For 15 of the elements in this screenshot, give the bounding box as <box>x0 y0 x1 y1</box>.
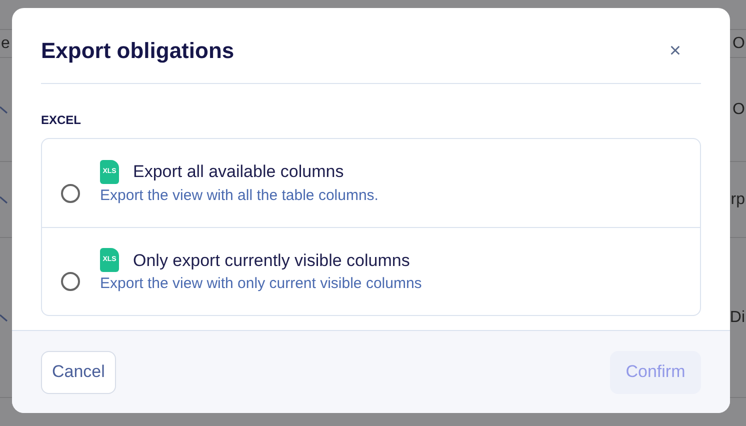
option-title: Export all available columns <box>133 161 344 183</box>
radio-button[interactable] <box>61 272 80 291</box>
table-text: Di <box>730 308 745 328</box>
table-text: e <box>1 34 10 54</box>
table-text: O <box>732 34 745 54</box>
cancel-button[interactable]: Cancel <box>41 350 116 394</box>
table-text: rp <box>730 190 745 210</box>
section-label: EXCEL <box>41 112 82 129</box>
option-description: Export the view with only current visible columns <box>100 274 422 294</box>
table-text: O <box>732 100 745 120</box>
radio-button[interactable] <box>61 184 80 202</box>
dialog-title: Export obligations <box>41 37 234 65</box>
option-description: Export the view with all the table columns. <box>100 186 378 206</box>
close-button[interactable]: × <box>665 36 685 66</box>
option-title: Only export currently visible columns <box>133 250 410 272</box>
